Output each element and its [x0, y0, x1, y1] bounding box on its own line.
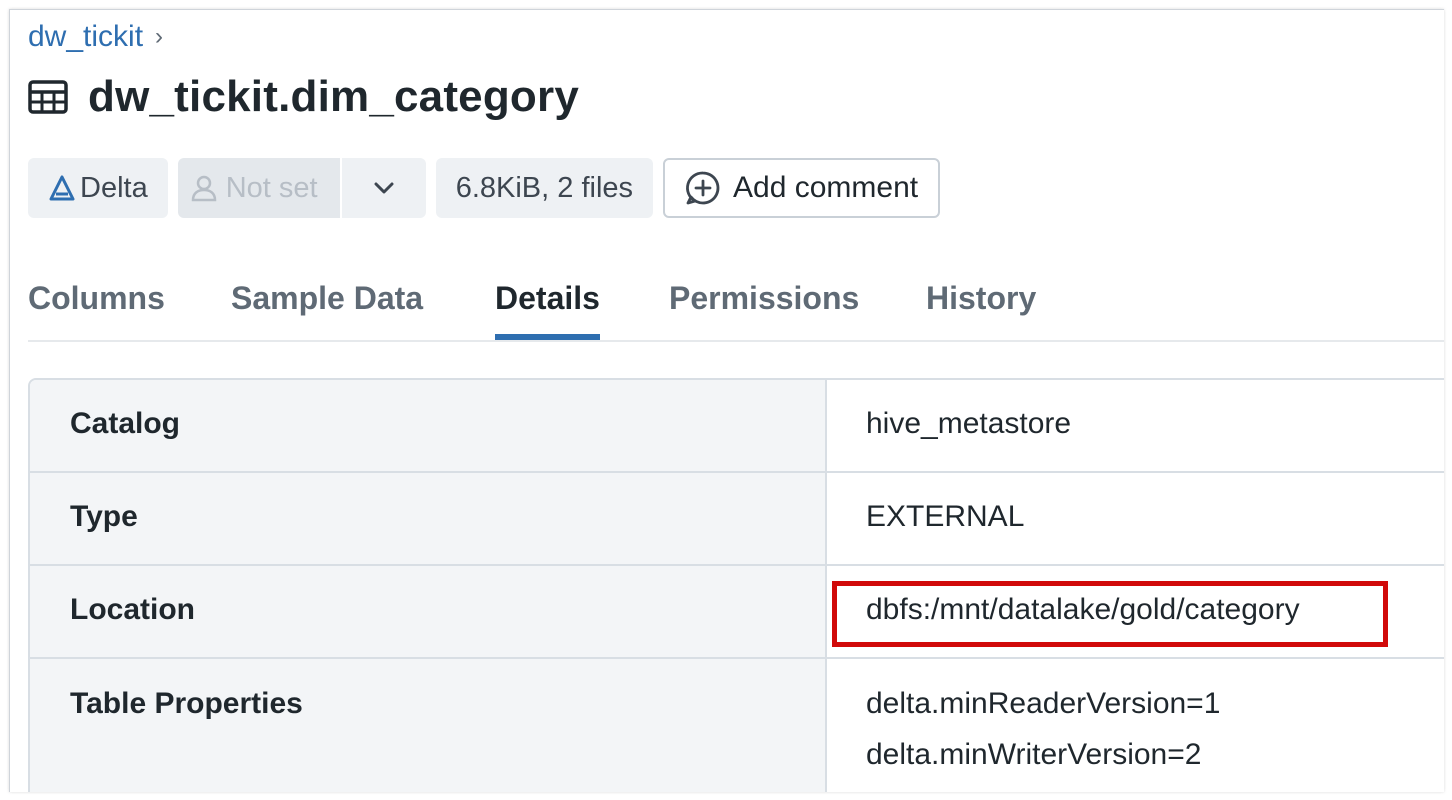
details-key-cell: Table Properties: [30, 659, 827, 792]
title-row: dw_tickit.dim_category: [28, 72, 579, 122]
table-badges: Delta Not set 6.8KiB, 2 files Add commen…: [28, 158, 941, 218]
details-value: EXTERNAL: [866, 500, 1025, 533]
details-key: Catalog: [70, 407, 181, 440]
table-property-item: delta.minWriterVersion=2: [866, 738, 1202, 771]
person-icon: [191, 175, 216, 202]
page-title: dw_tickit.dim_category: [88, 72, 579, 121]
table-icon: [28, 80, 68, 114]
details-key-cell: Location: [30, 566, 827, 657]
owner-dropdown-button[interactable]: [339, 158, 426, 218]
add-comment-icon: [686, 171, 720, 205]
tab-history[interactable]: History: [926, 280, 1036, 338]
breadcrumb-separator-icon: ›: [155, 23, 164, 50]
details-row-catalog: Catalog hive_metastore: [30, 380, 1444, 473]
details-table: Catalog hive_metastore Type EXTERNAL Loc…: [28, 378, 1444, 792]
format-badge: Delta: [28, 158, 168, 218]
owner-button[interactable]: Not set: [177, 158, 340, 218]
size-badge: 6.8KiB, 2 files: [435, 158, 654, 218]
details-row-type: Type EXTERNAL: [30, 473, 1444, 566]
owner-label: Not set: [225, 171, 318, 204]
tab-permissions[interactable]: Permissions: [669, 280, 859, 338]
details-key-cell: Type: [30, 473, 827, 564]
chevron-down-icon: [374, 182, 394, 194]
details-key-cell: Catalog: [30, 380, 827, 471]
tab-bar: Columns Sample Data Details Permissions …: [28, 272, 1444, 342]
details-key: Type: [70, 500, 138, 533]
table-details-panel: dw_tickit › dw_tickit.dim_category Delta: [9, 9, 1444, 792]
breadcrumb-schema-link[interactable]: dw_tickit: [28, 20, 143, 54]
details-row-table-properties: Table Properties delta.minReaderVersion=…: [30, 659, 1444, 792]
add-comment-button[interactable]: Add comment: [663, 158, 941, 218]
table-property-item: delta.minReaderVersion=1: [866, 687, 1221, 720]
owner-selector[interactable]: Not set: [177, 158, 426, 218]
format-label: Delta: [80, 171, 148, 204]
size-label: 6.8KiB, 2 files: [455, 171, 634, 204]
delta-icon: [49, 175, 75, 201]
tab-columns[interactable]: Columns: [28, 280, 165, 338]
details-key: Location: [70, 593, 195, 626]
details-value: hive_metastore: [866, 407, 1072, 440]
breadcrumb: dw_tickit ›: [28, 20, 163, 54]
tab-details[interactable]: Details: [495, 280, 600, 340]
add-comment-label: Add comment: [733, 171, 919, 204]
details-key: Table Properties: [70, 687, 303, 720]
location-highlight-box: [832, 581, 1388, 647]
tab-sample-data[interactable]: Sample Data: [231, 280, 423, 338]
